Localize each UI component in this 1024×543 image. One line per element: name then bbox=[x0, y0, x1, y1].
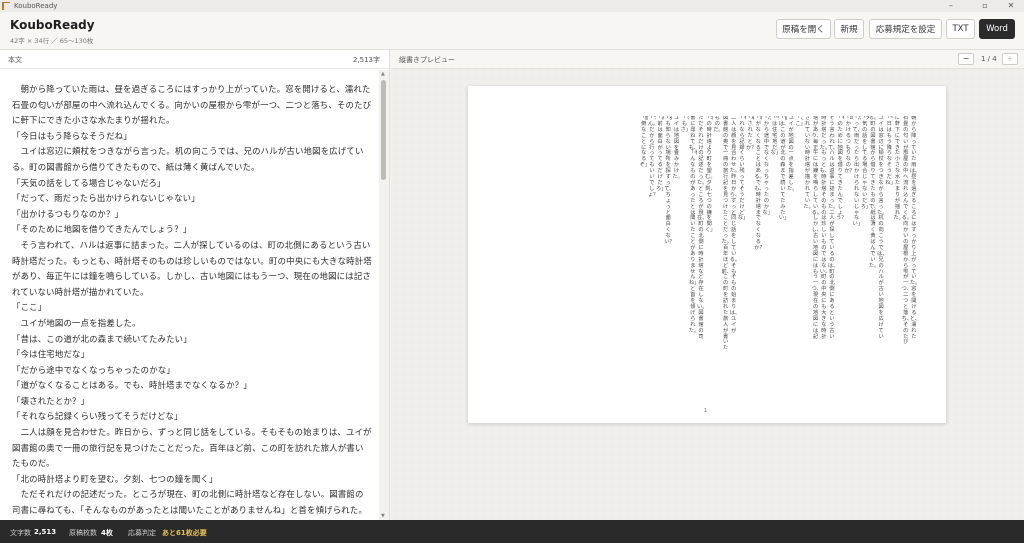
preview-header: 縦書きプレビュー − 1 / 4 + bbox=[391, 50, 1024, 69]
manuscript-paragraph: 「出かけるつもりなのか？」 bbox=[12, 208, 124, 219]
editor-char-count: 2,513字 bbox=[352, 56, 380, 64]
preview-column: 「だって、雨だったら出かけられないじゃない」 bbox=[852, 116, 861, 228]
manuscript-paragraph: 「昔は、この道が北の森まで続いてたみたい」 bbox=[12, 333, 192, 344]
preview-column: 「面倒なことになるぞ」 bbox=[639, 116, 648, 169]
manuscript-paragraph: 「天気の話をしてる場合じゃないだろ」 bbox=[12, 177, 166, 188]
open-manuscript-button[interactable]: 原稿を開く bbox=[776, 19, 831, 39]
page-number: 1 bbox=[704, 408, 708, 414]
preview-column: 塔があり、毎正午には鐘を鳴らしている。しかし、古い地図にはもう一つ、現在の地図に… bbox=[811, 116, 820, 340]
preview-column: に軒下にできた小さな水たまりが揺れた。 bbox=[893, 116, 901, 222]
next-page-button[interactable]: + bbox=[1002, 53, 1018, 65]
preview-column: 「昔は、この道が北の森まで続いてたみたい」 bbox=[778, 116, 787, 222]
preview-column: 朝から降っていた雨は、昼を過ぎるころにはすっかり上がっていた。窓を開けると、濡れ… bbox=[909, 116, 918, 340]
editor-panel: 本文 2,513字 朝から降っていた雨は、昼を過ぎるころにはすっかり上がっていた… bbox=[0, 50, 390, 520]
export-txt-button[interactable]: TXT bbox=[946, 19, 975, 39]
preview-column: 図書館の奥で一冊の旅行記を見つけたことだった。百年ほど前、この町を訪れた旅人が書… bbox=[721, 116, 730, 352]
page-indicator: 1 / 4 bbox=[981, 55, 997, 63]
editor-header: 本文 2,513字 bbox=[0, 50, 389, 69]
preview-column: 「お前は面白がってるだけだろ」 bbox=[656, 116, 665, 192]
manuscript-paragraph: 「壊されたとか？」 bbox=[12, 395, 90, 406]
format-summary: 42字 × 34行 ／ 65〜130枚 bbox=[10, 37, 94, 45]
preview-column: 「そのために地図を借りてきたんでしょう？」 bbox=[836, 116, 845, 222]
judgement-label: 応募判定 bbox=[128, 529, 156, 537]
preview-column: ユイは地図を畳みかけた。 bbox=[672, 116, 680, 181]
preview-column: 「誰も知らない場所を探すって、ちょっと面白くない？」 bbox=[664, 116, 673, 246]
preview-page: 朝から降っていた雨は、昼を過ぎるころにはすっかり上がっていた。窓を開けると、濡れ… bbox=[468, 86, 946, 423]
preview-column: 「天気の話をしてる場合じゃないだろ」 bbox=[860, 116, 869, 210]
preview-column: 「ここ」 bbox=[795, 116, 804, 127]
preview-panel: 縦書きプレビュー − 1 / 4 + 朝から降っていた雨は、昼を過ぎるころにはす… bbox=[391, 50, 1024, 520]
char-count-label: 文字数 bbox=[10, 529, 31, 537]
preview-column: されていない時計塔が描かれていた。 bbox=[803, 116, 811, 210]
manuscript-paragraph: そう言われて、ハルは返事に詰まった。二人が探しているのは、町の北側にあるという古… bbox=[12, 239, 372, 297]
preview-column: ものだ。 bbox=[713, 116, 721, 133]
manuscript-paragraph: 「ここ」 bbox=[12, 302, 47, 313]
close-icon[interactable]: ✕ bbox=[998, 0, 1024, 12]
preview-column: 「だから途中でなくなっちゃったのかな」 bbox=[762, 116, 771, 216]
preview-column: 「でもさ」 bbox=[680, 116, 689, 133]
preview-column: 「道がなくなることはある。でも、時計塔までなくなるか？」 bbox=[754, 116, 763, 251]
preview-label: 縦書きプレビュー bbox=[399, 56, 455, 64]
preview-column: 石畳の匂いが部屋の中へ流れ込んでくる。向かいの屋根から雫が一つ、二つと落ち、その… bbox=[901, 116, 910, 346]
minimize-icon[interactable]: – bbox=[938, 0, 964, 12]
preview-column: 「出かけるつもりなのか？」 bbox=[844, 116, 853, 175]
manuscript-paragraph: 「だって、雨だったら出かけられないじゃない」 bbox=[12, 193, 200, 204]
app-header: KouboReady 42字 × 34行 ／ 65〜130枚 原稿を開く 新規 … bbox=[0, 12, 1024, 50]
app-logo-icon bbox=[2, 2, 10, 10]
manuscript-paragraph: ユイが地図の一点を指差した。 bbox=[12, 317, 141, 328]
scroll-down-icon[interactable]: ▼ bbox=[381, 513, 385, 519]
manuscript-paragraph: ユイは窓辺に頬杖をつきながら言った。机の向こうでは、兄のハルが古い地図を広げてい… bbox=[12, 146, 364, 172]
editor-scrollbar[interactable]: ▲ ▼ bbox=[379, 70, 389, 520]
manuscript-paragraph: 「だから途中でなくなっちゃったのかな」 bbox=[12, 364, 175, 375]
export-word-button[interactable]: Word bbox=[979, 19, 1015, 39]
char-count-value: 2,513 bbox=[34, 528, 57, 536]
preview-column: 「壊されたとか？」 bbox=[746, 116, 755, 151]
preview-column: る。町の図書館から借りてきたもので、紙は薄く黄ばんでいた。 bbox=[868, 116, 877, 269]
scroll-up-icon[interactable]: ▲ bbox=[381, 71, 385, 77]
sheet-count-label: 原稿枚数 bbox=[69, 529, 97, 537]
manuscript-paragraph: 「それなら記録くらい残ってそうだけどな」 bbox=[12, 411, 183, 422]
preview-column: 二人は顔を見合わせた。昨日から、ずっと同じ話をしている。そもそもの始まりは、ユイ… bbox=[729, 116, 738, 334]
sheet-count-value: 4枚 bbox=[101, 529, 113, 537]
status-bar: 文字数 2,513 原稿枚数 4枚 応募判定 あと61枚必要 bbox=[0, 520, 1024, 543]
preview-column: ただそれだけの記述だった。ところが現在、町の北側に時計塔など存在しない。図書館の… bbox=[696, 116, 705, 340]
title-bar: KouboReady – ▫ ✕ bbox=[0, 0, 1024, 12]
manuscript-paragraph: 「道がなくなることはある。でも、時計塔までなくなるか？」 bbox=[12, 380, 252, 391]
preview-column: ユイは窓辺に頬杖をつきながら言った。机の向こうでは、兄のハルが古い地図を広げてい bbox=[877, 116, 885, 340]
manuscript-paragraph: 「今日はもう降らなそうだね」 bbox=[12, 130, 132, 141]
scrollbar-thumb[interactable] bbox=[381, 80, 386, 180]
preview-column: ユイが地図の一点を指差した。 bbox=[787, 116, 795, 192]
preview-column: 「うん。だから行ってもいいでしょ？」 bbox=[647, 116, 656, 198]
preview-column: 「今日はもう降らなそうだね」 bbox=[885, 116, 894, 186]
prev-page-button[interactable]: − bbox=[958, 53, 974, 65]
window-title: KouboReady bbox=[14, 2, 58, 10]
preview-column: 時計塔だった。もっとも、時計塔そのものは珍しいものではない。町の中央にも大きな時… bbox=[819, 116, 828, 340]
manuscript-paragraph: 朝から降っていた雨は、昼を過ぎるころにはすっかり上がっていた。窓を開けると、濡れ… bbox=[12, 84, 372, 126]
maximize-icon[interactable]: ▫ bbox=[972, 0, 998, 12]
manuscript-paragraph: 「そのために地図を借りてきたんでしょう？」 bbox=[12, 224, 192, 235]
editor-label: 本文 bbox=[8, 56, 22, 64]
preview-column: 「北の時計塔より町を望む。夕刻、七つの鐘を聞く」 bbox=[705, 116, 714, 234]
preview-column: 書に尋ねても、「そんなものがあったとは聞いたことがありませんね」と首を傾げられた… bbox=[688, 116, 697, 334]
manuscript-paragraph: 「今は住宅地だな」 bbox=[12, 349, 90, 360]
preview-column: 「今は住宅地だな」 bbox=[770, 116, 779, 157]
manuscript-paragraph: ただそれだけの記述だった。ところが現在、町の北側に時計塔など存在しない。図書館の… bbox=[12, 489, 368, 516]
judgement-value: あと61枚必要 bbox=[162, 529, 207, 537]
preview-column: そう言われて、ハルは返事に詰まった。二人が探しているのは、町の北側にあるという古… bbox=[827, 116, 836, 340]
app-title: KouboReady bbox=[10, 18, 95, 32]
new-button[interactable]: 新規 bbox=[834, 19, 864, 39]
manuscript-paragraph: 二人は顔を見合わせた。昨日から、ずっと同じ話をしている。そもそもの始まりは、ユイ… bbox=[12, 427, 372, 469]
preview-column: 「それなら記録くらい残ってそうだけどな」 bbox=[737, 116, 747, 222]
manuscript-paragraph: 「北の時計塔より町を望む。夕刻、七つの鐘を聞く」 bbox=[12, 473, 218, 484]
set-rules-button[interactable]: 応募規定を設定 bbox=[869, 19, 942, 39]
vertical-text-columns: 朝から降っていた雨は、昼を過ぎるころにはすっかり上がっていた。窓を開けると、濡れ… bbox=[640, 116, 918, 406]
manuscript-textarea[interactable]: 朝から降っていた雨は、昼を過ぎるころにはすっかり上がっていた。窓を開けると、濡れ… bbox=[0, 70, 378, 520]
